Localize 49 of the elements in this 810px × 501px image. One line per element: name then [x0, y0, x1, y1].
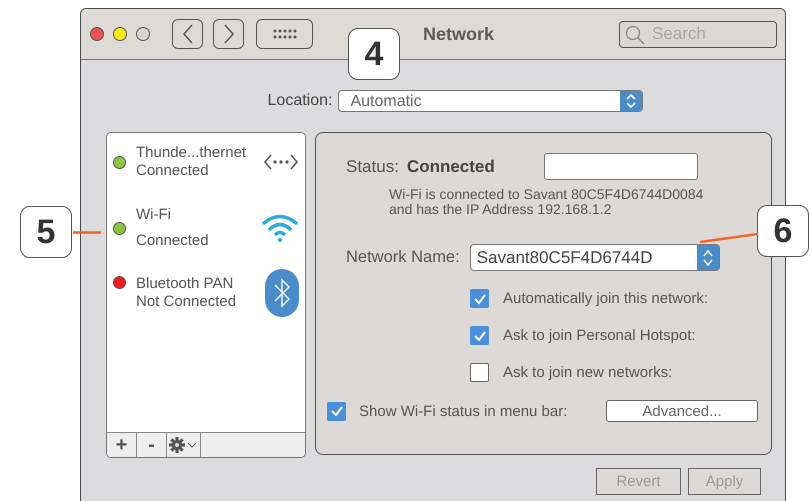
checkmark-icon: [330, 405, 344, 417]
wifi-icon: [261, 213, 299, 243]
service-name[interactable]: Wi-Fi: [136, 206, 261, 224]
search-icon: [625, 24, 645, 44]
forward-button[interactable]: [213, 19, 244, 49]
grid-icon: [272, 28, 296, 40]
network-name-label: Network Name:: [346, 248, 460, 267]
option-label: Show Wi-Fi status in menu bar:: [359, 402, 568, 420]
checkbox[interactable]: [327, 402, 346, 420]
status-label: Status:: [346, 156, 399, 176]
back-button[interactable]: [172, 19, 203, 49]
callout-number: 6: [757, 205, 809, 257]
checkmark-icon: [472, 292, 486, 304]
checkbox[interactable]: [470, 289, 489, 308]
bluetooth-icon: [265, 269, 299, 317]
callout-number: 4: [348, 28, 400, 80]
option-label: Ask to join new networks:: [503, 364, 672, 381]
leader-line: [73, 231, 101, 234]
callout-number: 5: [20, 206, 72, 258]
service-status: Not Connected: [136, 293, 238, 311]
status-value: Connected: [406, 156, 495, 176]
show-all-button[interactable]: [256, 19, 313, 49]
network-name-dropdown[interactable]: Savant80C5F4D6744D: [470, 244, 720, 271]
checkbox[interactable]: [470, 363, 489, 382]
close-button[interactable]: [90, 27, 104, 41]
stepper-icon: [620, 91, 642, 111]
leader-line: [700, 232, 758, 244]
location-dropdown[interactable]: Automatic: [338, 90, 644, 112]
advanced-button[interactable]: Advanced...: [606, 400, 758, 422]
option-label: Ask to join Personal Hotspot:: [503, 327, 696, 344]
ethernet-icon: [263, 153, 299, 171]
minimize-button[interactable]: [113, 27, 127, 41]
status-description: Wi-Fi is connected to Savant 80C5F4D6744D0084: [389, 187, 704, 202]
checkbox[interactable]: [470, 326, 489, 345]
window-title: Network: [423, 24, 494, 44]
location-label: Location:: [268, 92, 332, 110]
add-button[interactable]: +: [107, 433, 137, 457]
service-status: Connected: [136, 162, 210, 180]
service-name[interactable]: Thunde...thernet: [136, 144, 263, 162]
stepper-icon: [696, 245, 719, 270]
zoom-button[interactable]: [136, 27, 150, 41]
action-menu-button[interactable]: [167, 433, 201, 457]
status-description: and has the IP Address 192.168.1.2: [389, 202, 612, 217]
option-label: Automatically join this network:: [503, 290, 708, 307]
chevron-right-icon: [222, 24, 234, 44]
service-status: Connected: [136, 232, 210, 250]
checkmark-icon: [472, 330, 486, 342]
service-name[interactable]: Bluetooth PAN: [136, 275, 265, 293]
chevron-left-icon: [182, 24, 194, 44]
